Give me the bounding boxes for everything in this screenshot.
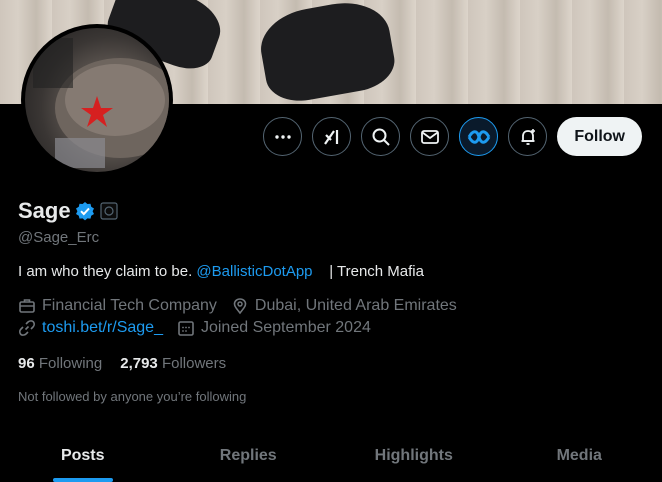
location-label: Dubai, United Arab Emirates [254, 297, 457, 314]
joined-item: Joined September 2024 [177, 319, 371, 337]
followers-count: 2,793 [120, 355, 158, 372]
calendar-icon [178, 321, 194, 336]
location-pin-icon [233, 298, 247, 315]
name-row: Sage [18, 198, 119, 224]
followers-label: Followers [161, 355, 227, 372]
tab-posts[interactable]: Posts [0, 430, 166, 482]
partner-app-icon [467, 129, 491, 144]
location-item: Dubai, United Arab Emirates [231, 297, 457, 315]
bell-plus-icon [521, 128, 535, 145]
tab-label: Highlights [374, 447, 453, 464]
avatar-fur-hat-icon [33, 38, 169, 168]
bio-mention-link[interactable]: @BallisticDotApp [196, 263, 312, 280]
avatar[interactable] [21, 24, 173, 176]
banner-shoe-right [255, 0, 399, 104]
avatar-image [25, 28, 169, 172]
joined-label: Joined September 2024 [200, 319, 371, 336]
following-stat[interactable]: 96 Following [18, 355, 102, 372]
following-label: Following [38, 355, 103, 372]
tab-highlights[interactable]: Highlights [331, 430, 497, 482]
display-name: Sage [18, 198, 71, 223]
profile-bio: I am who they claim to be. @BallisticDot… [18, 263, 424, 280]
category-item: Financial Tech Company [18, 297, 217, 315]
tab-replies[interactable]: Replies [166, 430, 332, 482]
tab-label: Media [556, 447, 602, 464]
search-button[interactable] [361, 117, 401, 156]
profile-meta-row-1: Financial Tech Company Dubai, United Ara… [18, 297, 457, 315]
followers-stat[interactable]: 2,793 Followers [120, 355, 226, 372]
follow-button[interactable]: Follow [557, 117, 642, 156]
partner-app-button[interactable] [459, 117, 499, 156]
more-button[interactable] [263, 117, 303, 156]
user-handle: @Sage_Erc [18, 229, 100, 246]
mail-icon [420, 129, 439, 144]
search-icon [372, 128, 390, 146]
website-item: toshi.bet/r/Sage_ [18, 319, 163, 337]
briefcase-icon [19, 299, 35, 313]
following-count: 96 [18, 355, 35, 372]
profile-actions: Follow [263, 117, 642, 156]
affiliate-badge-icon[interactable] [99, 201, 119, 221]
profile-tabs: Posts Replies Highlights Media [0, 430, 662, 482]
notify-button[interactable] [508, 117, 548, 156]
tab-label: Posts [60, 447, 105, 464]
grok-icon [323, 129, 338, 145]
more-icon [275, 134, 291, 139]
website-link[interactable]: toshi.bet/r/Sage_ [42, 319, 163, 337]
tab-label: Replies [219, 447, 277, 464]
message-button[interactable] [410, 117, 450, 156]
link-icon [19, 320, 35, 336]
grok-button[interactable] [312, 117, 352, 156]
not-followed-note: Not followed by anyone you’re following [18, 389, 247, 404]
tab-media[interactable]: Media [497, 430, 662, 482]
follow-stats: 96 Following 2,793 Followers [18, 355, 226, 372]
profile-meta-row-2: toshi.bet/r/Sage_ Joined September 2024 [18, 319, 371, 337]
verified-badge-icon[interactable] [75, 201, 95, 221]
bio-suffix: | Trench Mafia [329, 263, 424, 280]
category-label: Financial Tech Company [42, 297, 217, 314]
bio-text: I am who they claim to be. [18, 263, 193, 280]
active-tab-indicator [52, 478, 113, 482]
